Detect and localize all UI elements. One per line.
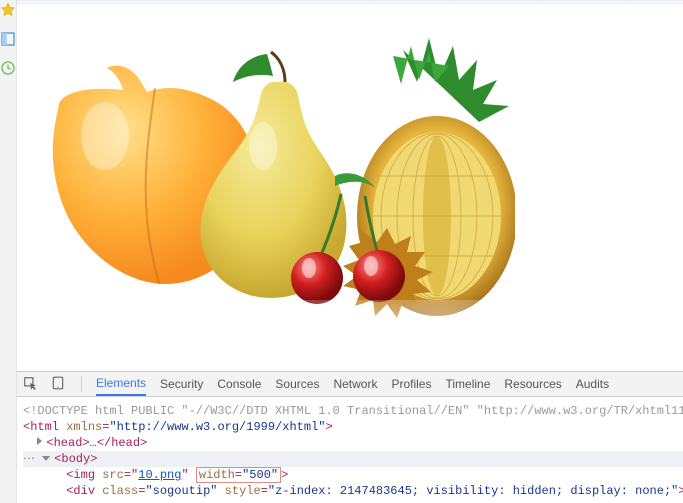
device-icon[interactable] (51, 376, 65, 393)
devtools-tabbar: Elements Security Console Sources Networ… (17, 371, 683, 397)
tab-elements[interactable]: Elements (96, 372, 146, 396)
tab-sources[interactable]: Sources (275, 372, 319, 396)
panel-icon[interactable] (0, 31, 16, 50)
div-line[interactable]: <div class="sogoutip" style="z-index: 21… (23, 483, 683, 499)
html-open-line[interactable]: <html xmlns="http://www.w3.org/1999/xhtm… (23, 419, 683, 435)
tab-security[interactable]: Security (160, 372, 203, 396)
elements-panel[interactable]: <!DOCTYPE html PUBLIC "-//W3C//DTD XHTML… (17, 397, 683, 503)
img-line[interactable]: <img src="10.png" width="500"> (23, 467, 683, 483)
star-icon[interactable] (0, 2, 16, 21)
tab-console[interactable]: Console (217, 372, 261, 396)
tab-network[interactable]: Network (333, 372, 377, 396)
left-sidebar (0, 0, 17, 503)
head-line[interactable]: <head>…</head> (23, 435, 683, 451)
tab-audits[interactable]: Audits (576, 372, 609, 396)
expand-caret-icon[interactable] (37, 437, 42, 445)
collapse-caret-icon[interactable] (42, 456, 50, 461)
body-open-line[interactable]: ⋯ <body> (23, 451, 683, 467)
tab-profiles[interactable]: Profiles (391, 372, 431, 396)
doctype-line: <!DOCTYPE html PUBLIC "-//W3C//DTD XHTML… (23, 403, 683, 419)
tab-resources[interactable]: Resources (504, 372, 561, 396)
tab-timeline[interactable]: Timeline (445, 372, 490, 396)
page-viewport (17, 0, 683, 371)
history-icon[interactable] (0, 60, 16, 79)
inspect-icon[interactable] (23, 376, 37, 393)
